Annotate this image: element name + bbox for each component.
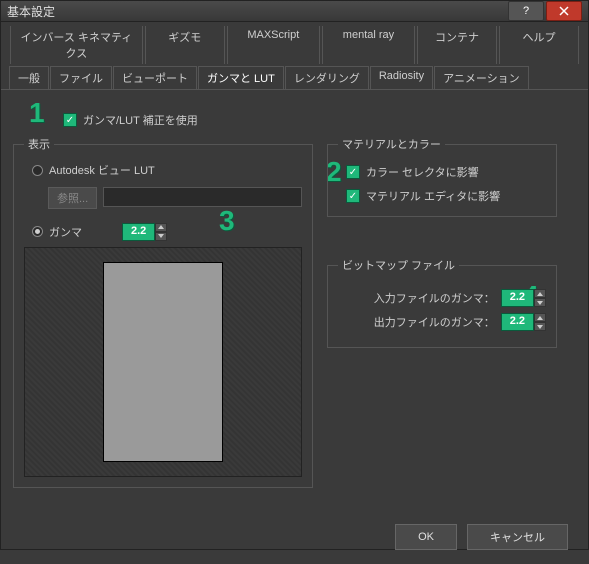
content-pane: 1 2 3 4 ✓ ガンマ/LUT 補正を使用 表示 Autodesk ビュー … [1,89,588,510]
input-gamma-value: 2.2 [501,289,534,307]
preferences-window: 基本設定 ? インバース キネマティクス ギズモ MAXScript menta… [0,0,589,550]
spinner-up[interactable] [534,289,546,298]
spinner-up[interactable] [155,223,167,232]
gamma-preview [24,247,302,477]
tab-row: 一般 ファイル ビューポート ガンマと LUT レンダリング Radiosity… [9,66,580,89]
menu-mentalray[interactable]: mental ray [322,26,415,64]
display-group: 表示 Autodesk ビュー LUT 参照... ガンマ [13,136,313,488]
radio-gamma-label: ガンマ [49,224,82,240]
menu-container[interactable]: コンテナ [417,26,497,64]
tab-general[interactable]: 一般 [9,66,49,89]
checkmark-icon: ✓ [346,189,360,203]
gamma-value: 2.2 [122,223,155,241]
right-column: マテリアルとカラー ✓ カラー セレクタに影響 ✓ マテリアル エディタに影響 … [327,136,557,500]
gamma-preview-swatch [103,262,223,462]
output-gamma-value: 2.2 [501,313,534,331]
left-column: 表示 Autodesk ビュー LUT 参照... ガンマ [13,136,313,500]
tab-radiosity[interactable]: Radiosity [370,66,433,89]
tab-animation[interactable]: アニメーション [434,66,529,89]
spinner-arrows [534,313,546,331]
output-gamma-label: 出力ファイルのガンマ： [338,314,495,330]
cancel-button[interactable]: キャンセル [467,524,568,550]
window-title: 基本設定 [7,3,506,20]
affect-color-selector-checkbox[interactable]: ✓ カラー セレクタに影響 [346,164,479,180]
spinner-down[interactable] [534,298,546,307]
close-icon [559,6,569,16]
menu-gizmo[interactable]: ギズモ [145,26,225,64]
titlebar: 基本設定 ? [1,1,588,22]
browse-button[interactable]: 参照... [48,187,97,209]
bitmap-legend: ビットマップ ファイル [338,257,459,273]
affect-color-selector-label: カラー セレクタに影響 [366,164,479,180]
affect-material-editor-label: マテリアル エディタに影響 [366,188,500,204]
spinner-down[interactable] [155,232,167,241]
menu-row-1: インバース キネマティクス ギズモ MAXScript mental ray コ… [9,26,580,64]
materials-legend: マテリアルとカラー [338,136,445,152]
spinner-up[interactable] [534,313,546,322]
input-gamma-label: 入力ファイルのガンマ： [338,290,495,306]
main-columns: 表示 Autodesk ビュー LUT 参照... ガンマ [13,136,576,500]
bitmap-files-group: ビットマップ ファイル 入力ファイルのガンマ： 2.2 出力ファイルのガンマ： [327,257,557,348]
output-gamma-spinner[interactable]: 2.2 [501,313,546,331]
annotation-1: 1 [29,97,45,129]
radio-autodesk-lut[interactable]: Autodesk ビュー LUT [32,162,155,178]
tab-gamma-lut[interactable]: ガンマと LUT [198,66,284,89]
spinner-down[interactable] [534,322,546,331]
menubar: インバース キネマティクス ギズモ MAXScript mental ray コ… [1,22,588,89]
display-legend: 表示 [24,136,54,152]
tab-rendering[interactable]: レンダリング [285,66,369,89]
help-button[interactable]: ? [508,1,544,21]
radio-gamma[interactable]: ガンマ [32,224,82,240]
affect-material-editor-checkbox[interactable]: ✓ マテリアル エディタに影響 [346,188,500,204]
spinner-arrows [534,289,546,307]
help-icon: ? [523,5,529,17]
tab-viewport[interactable]: ビューポート [113,66,197,89]
radio-autodesk-lut-label: Autodesk ビュー LUT [49,162,155,178]
menu-maxscript[interactable]: MAXScript [227,26,320,64]
enable-gamma-lut-label: ガンマ/LUT 補正を使用 [83,112,198,128]
radio-dot-checked-icon [32,226,43,237]
gamma-spinner[interactable]: 2.2 [122,223,167,241]
radio-dot-icon [32,165,43,176]
checkmark-icon: ✓ [63,113,77,127]
lut-path-input[interactable] [103,187,302,207]
close-button[interactable] [546,1,582,21]
spinner-arrows [155,223,167,241]
input-gamma-spinner[interactable]: 2.2 [501,289,546,307]
menu-ik[interactable]: インバース キネマティクス [10,26,143,64]
materials-colors-group: マテリアルとカラー ✓ カラー セレクタに影響 ✓ マテリアル エディタに影響 [327,136,557,217]
tab-file[interactable]: ファイル [50,66,112,89]
ok-button[interactable]: OK [395,524,457,550]
enable-gamma-lut-checkbox[interactable]: ✓ ガンマ/LUT 補正を使用 [63,112,198,128]
dialog-footer: OK キャンセル [1,510,588,564]
menu-help[interactable]: ヘルプ [499,26,579,64]
checkmark-icon: ✓ [346,165,360,179]
